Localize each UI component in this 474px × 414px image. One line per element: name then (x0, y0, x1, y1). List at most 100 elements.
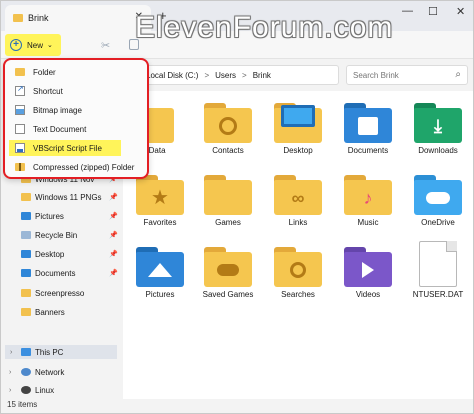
sidebar-item-screenpresso[interactable]: Screenpresso (21, 285, 84, 301)
menu-item-bitmap-image[interactable]: Bitmap image (9, 102, 145, 118)
network-icon (21, 368, 31, 376)
contacts-folder-icon (204, 103, 252, 143)
menu-item-label: Bitmap image (33, 105, 82, 115)
chevron-right-icon[interactable]: › (10, 349, 12, 356)
menu-item-vbscript-file[interactable]: VBScript Script File (9, 140, 121, 156)
videos-folder-icon (344, 247, 392, 287)
menu-item-shortcut[interactable]: Shortcut (9, 83, 145, 99)
favorites-folder-icon: ★ (136, 175, 184, 215)
bitmap-icon (15, 105, 25, 115)
file-item-pictures[interactable]: Pictures (125, 247, 195, 299)
zip-folder-icon (15, 163, 25, 171)
search-input[interactable] (353, 70, 443, 80)
menu-item-label: Text Document (33, 124, 87, 134)
folder-icon (15, 68, 25, 76)
file-label: Pictures (145, 290, 175, 299)
minimize-button[interactable]: — (402, 5, 413, 17)
file-label: OneDrive (421, 218, 455, 227)
pin-icon: 📌 (109, 251, 118, 258)
chevron-right-icon[interactable]: › (9, 387, 11, 394)
documents-folder-icon (344, 103, 392, 143)
sidebar-item-recycle-bin[interactable]: Recycle Bin 📌 (21, 227, 118, 243)
breadcrumb-separator: > (204, 70, 210, 80)
sidebar-item-label: Documents (35, 268, 76, 278)
saved-games-folder-icon (204, 247, 252, 287)
chevron-right-icon[interactable]: › (9, 369, 11, 376)
file-item-favorites[interactable]: ★ Favorites (125, 175, 195, 227)
searches-folder-icon (274, 247, 322, 287)
sidebar-item-label: Recycle Bin (35, 230, 78, 240)
folder-icon (204, 175, 252, 215)
sidebar-item-network[interactable]: › Network (9, 364, 65, 380)
file-label: Searches (281, 290, 315, 299)
file-grid: AppData Contacts Desktop Documents ⤓ Dow… (123, 91, 473, 399)
sidebar-item-label: Desktop (35, 249, 65, 259)
search-box[interactable]: ⌕ (346, 65, 468, 85)
sidebar-item-windows11-pngs[interactable]: Windows 11 PNGs 📌 (21, 189, 118, 205)
file-item-videos[interactable]: Videos (333, 247, 403, 299)
new-button[interactable]: + New ⌄ (5, 34, 61, 56)
file-item-ntuser-dat[interactable]: NTUSER.DAT (403, 241, 473, 299)
plus-icon: + (10, 39, 22, 51)
desktop-icon (21, 250, 31, 258)
sidebar-item-label: Banners (35, 307, 65, 317)
file-explorer-window: Brink ✕ + ElevenForum.com — ☐ ✕ + New ⌄ … (0, 0, 474, 414)
tab-brink[interactable]: Brink ✕ (5, 5, 151, 31)
close-window-button[interactable]: ✕ (456, 5, 465, 18)
folder-icon (21, 308, 31, 316)
menu-item-folder[interactable]: Folder (9, 64, 145, 80)
watermark: ElevenForum.com (135, 11, 394, 44)
breadcrumb-separator: > (242, 70, 247, 80)
sidebar-item-label: Windows 11 PNGs (35, 192, 102, 202)
breadcrumb-drive[interactable]: Local Disk (C:) (146, 71, 198, 80)
folder-icon (21, 289, 31, 297)
title-bar: Brink ✕ + ElevenForum.com — ☐ ✕ (1, 1, 473, 44)
search-icon[interactable]: ⌕ (455, 69, 461, 80)
file-item-games[interactable]: Games (193, 175, 263, 227)
breadcrumb-brink[interactable]: Brink (253, 71, 271, 80)
file-item-onedrive[interactable]: OneDrive (403, 175, 473, 227)
file-item-documents[interactable]: Documents (333, 103, 403, 155)
sidebar-item-this-pc[interactable]: › This PC (5, 345, 117, 359)
file-label: Links (288, 218, 308, 227)
breadcrumb-users[interactable]: Users (215, 71, 236, 80)
file-item-desktop[interactable]: Desktop (263, 103, 333, 155)
cut-icon[interactable]: ✂ (101, 39, 110, 52)
file-icon (419, 241, 457, 287)
file-item-downloads[interactable]: ⤓ Downloads (403, 103, 473, 155)
pin-icon: 📌 (109, 213, 118, 220)
sidebar-item-label: This PC (35, 347, 64, 357)
file-item-links[interactable]: ∞ Links (263, 175, 333, 227)
sidebar-item-label: Linux (35, 385, 55, 395)
folder-icon (13, 14, 23, 22)
file-item-music[interactable]: ♪ Music (333, 175, 403, 227)
file-item-searches[interactable]: Searches (263, 247, 333, 299)
music-folder-icon: ♪ (344, 175, 392, 215)
vbscript-icon (15, 143, 25, 153)
computer-icon (21, 348, 31, 356)
new-menu: Folder Shortcut Bitmap image Text Docume… (3, 58, 149, 179)
file-label: Contacts (212, 146, 244, 155)
file-item-contacts[interactable]: Contacts (193, 103, 263, 155)
menu-item-label: Shortcut (33, 86, 63, 96)
file-label: Videos (355, 290, 381, 299)
chevron-down-icon: ⌄ (47, 42, 53, 49)
file-label: NTUSER.DAT (412, 290, 464, 299)
links-folder-icon: ∞ (274, 175, 322, 215)
sidebar-item-pictures[interactable]: Pictures 📌 (21, 208, 118, 224)
menu-item-label: Compressed (zipped) Folder (33, 162, 135, 172)
pin-icon: 📌 (109, 194, 118, 201)
sidebar-item-documents[interactable]: Documents 📌 (21, 265, 118, 281)
item-count: 15 items (7, 400, 38, 409)
address-bar[interactable]: Local Disk (C:) > Users > Brink (139, 65, 339, 85)
maximize-button[interactable]: ☐ (428, 5, 438, 18)
file-item-saved-games[interactable]: Saved Games (193, 247, 263, 299)
sidebar-item-banners[interactable]: Banners (21, 304, 65, 320)
sidebar-item-desktop[interactable]: Desktop 📌 (21, 246, 118, 262)
documents-icon (21, 269, 31, 277)
menu-item-text-document[interactable]: Text Document (9, 121, 145, 137)
sidebar-item-linux[interactable]: › Linux (9, 382, 55, 398)
menu-item-compressed-folder[interactable]: Compressed (zipped) Folder (9, 159, 145, 175)
sidebar-item-label: Screenpresso (35, 288, 85, 298)
sidebar-item-label: Network (35, 367, 65, 377)
